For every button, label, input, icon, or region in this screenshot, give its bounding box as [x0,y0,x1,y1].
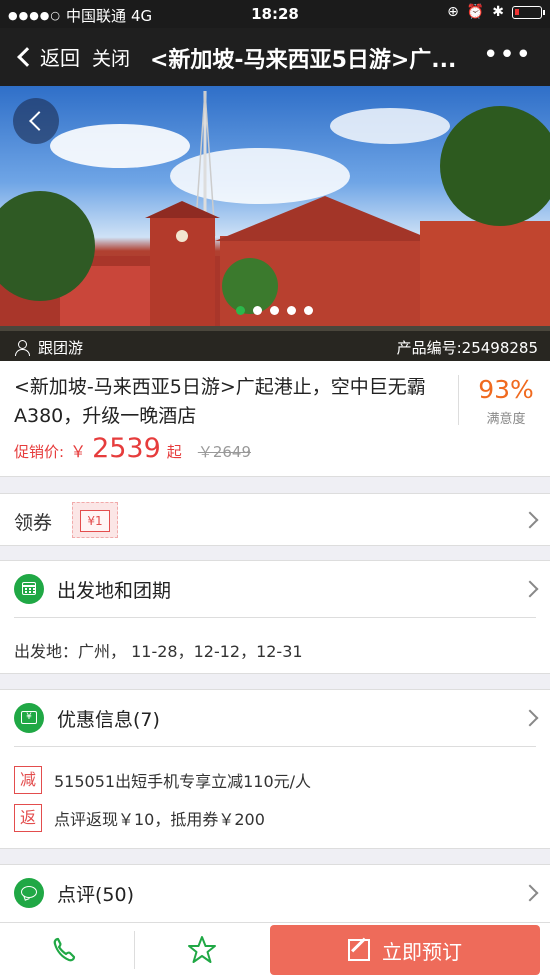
original-price: ￥2649 [197,443,251,461]
alarm-icon: ⏰ [466,4,485,20]
chevron-right-icon [521,884,539,902]
back-label: 返回 [40,46,80,70]
page-title: <新加坡-马来西亚5日游>广... [150,48,457,73]
lock-rotation-icon: ⊕ [447,4,459,20]
promotions-header[interactable]: ¥ 优惠信息(7) [0,690,550,746]
chat-bubble-icon [14,878,44,908]
price-block: 促销价: ￥ 2539 起 ￥2649 [14,433,251,464]
departure-section: 出发地和团期 出发地：广州， 11-28，12-12，12-31 [0,560,550,674]
promo-item: 减 515051出短手机专享立减110元/人 [14,766,311,794]
divider [14,617,536,618]
departure-title: 出发地和团期 [57,580,172,602]
book-now-button[interactable]: 立即预订 [270,925,540,975]
product-code: 产品编号:25498285 [396,339,538,357]
promo-text: 点评返现￥10，抵用券￥200 [54,810,265,829]
coupon-label: 领券 [14,512,53,534]
promo-text: 515051出短手机专享立减110元/人 [54,772,312,791]
promo-tag: 返 [14,804,42,832]
book-now-label: 立即预订 [382,939,462,964]
tour-type-tag: 跟团游 [14,337,83,358]
price-value: 2539 [92,433,161,464]
pager-dot[interactable] [236,306,245,315]
bottom-action-bar: 立即预订 [0,922,550,977]
status-bar: ●●●●○ 中国联通 4G 18:28 ⊕ ⏰ ✱ [0,0,550,28]
departure-detail: 出发地：广州， 11-28，12-12，12-31 [14,642,303,661]
divider [134,931,135,969]
review-row[interactable]: 点评(50) [0,864,550,924]
chevron-left-icon [17,46,37,67]
promo-item: 返 点评返现￥10，抵用券￥200 [14,804,265,832]
back-button[interactable]: 返回 [14,42,80,71]
pager-dot[interactable] [304,306,313,315]
user-icon [14,339,30,356]
departure-header[interactable]: 出发地和团期 [0,561,550,617]
promo-tag: 减 [14,766,42,794]
chevron-right-icon [521,580,539,598]
hero-caption-bar: 跟团游 产品编号:25498285 [0,331,550,361]
bluetooth-icon: ✱ [492,4,504,20]
promotions-title: 优惠信息(7) [57,709,160,731]
satisfaction-label: 满意度 [486,412,526,427]
product-info: <新加坡-马来西亚5日游>广起港止，空中巨无霸A380，升级一晚酒店 促销价: … [0,361,550,477]
edit-icon [348,939,370,961]
divider [458,375,459,425]
chevron-right-icon [521,709,539,727]
chevron-right-icon [521,511,539,529]
tour-type-label: 跟团游 [38,339,84,357]
coupon-row[interactable]: 领券 ¥1 [0,493,550,546]
ticket-icon: ¥ [14,703,44,733]
product-title: <新加坡-马来西亚5日游>广起港止，空中巨无霸A380，升级一晚酒店 [14,376,426,427]
pager-dot[interactable] [253,306,262,315]
close-button[interactable]: 关闭 [92,44,130,71]
image-back-button[interactable] [13,98,59,144]
pager-dot[interactable] [287,306,296,315]
more-dots-icon[interactable]: ••• [483,40,532,70]
status-right: ⊕ ⏰ ✱ [447,4,545,20]
calendar-icon [14,574,44,604]
coupon-chip[interactable]: ¥1 [72,502,118,538]
phone-button[interactable] [38,933,98,967]
price-currency: ￥ [70,442,87,461]
review-title: 点评(50) [57,884,135,906]
coupon-chip-value: ¥1 [80,510,110,532]
price-suffix: 起 [166,443,182,461]
battery-icon [512,5,545,19]
star-icon [188,936,216,963]
hero-photo [0,90,550,361]
favorite-button[interactable] [172,933,232,967]
price-label: 促销价: [14,443,65,461]
carousel-pager [236,306,313,315]
phone-icon [53,937,76,962]
satisfaction-value: 93% [478,375,534,404]
divider [14,746,536,747]
promotions-section: ¥ 优惠信息(7) 减 515051出短手机专享立减110元/人 返 点评返现￥… [0,689,550,849]
nav-bar: 返回 关闭 <新加坡-马来西亚5日游>广... ••• [0,28,550,86]
hero-carousel[interactable]: 跟团游 产品编号:25498285 [0,86,550,361]
pager-dot[interactable] [270,306,279,315]
